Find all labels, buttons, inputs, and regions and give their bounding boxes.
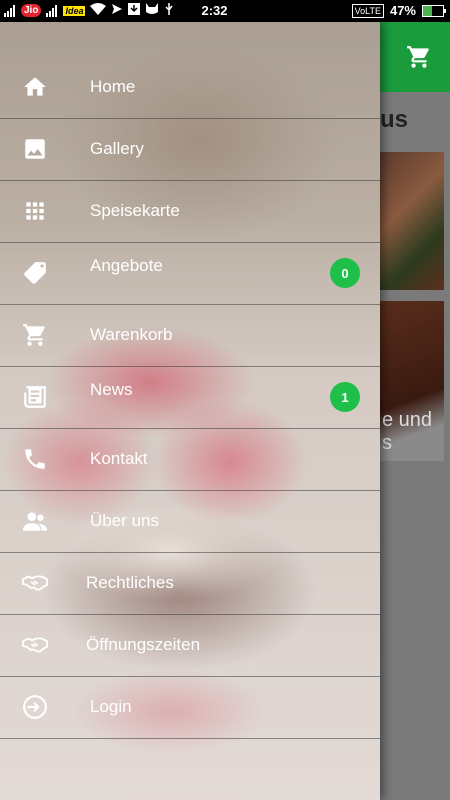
carrier-idea-badge: Idea xyxy=(63,5,86,16)
nav-item-label: Über uns xyxy=(90,511,159,530)
nav-item-label: Kontakt xyxy=(90,449,148,468)
nav-item-label: Öffnungszeiten xyxy=(86,635,201,654)
grid-icon xyxy=(22,198,48,224)
tag-icon xyxy=(22,260,48,286)
people-icon xyxy=(22,508,48,534)
navigation-drawer: Home Gallery Speisekarte Angebote 0 Ware… xyxy=(0,22,380,800)
usb-icon xyxy=(164,3,174,18)
nav-item-label: Home xyxy=(90,77,136,96)
cat-icon xyxy=(145,3,159,18)
food-card-caption: e und s xyxy=(382,409,433,454)
nav-item-warenkorb[interactable]: Warenkorb xyxy=(0,304,380,367)
cart-icon[interactable] xyxy=(406,44,432,70)
handshake-icon xyxy=(22,570,48,596)
nav-item-angebote[interactable]: Angebote 0 xyxy=(0,242,380,305)
nav-item-label: Warenkorb xyxy=(90,325,173,344)
nav-item-kontakt[interactable]: Kontakt xyxy=(0,428,380,491)
volte-badge: VoLTE xyxy=(351,3,384,18)
cart-icon xyxy=(22,322,48,348)
nav-item-label: News xyxy=(90,379,133,399)
signal-icon xyxy=(4,4,16,17)
phone-icon xyxy=(22,446,48,472)
notification-badge: 1 xyxy=(330,382,360,412)
battery-percent: 47% xyxy=(389,3,416,18)
carrier-jio-badge: Jio xyxy=(21,4,42,17)
nav-item-oeffnungszeiten[interactable]: Öffnungszeiten xyxy=(0,614,380,677)
handshake-icon xyxy=(22,632,48,658)
nav-item-ueber-uns[interactable]: Über uns xyxy=(0,490,380,553)
nav-item-gallery[interactable]: Gallery xyxy=(0,118,380,181)
food-card-image[interactable] xyxy=(380,152,444,290)
wifi-icon xyxy=(90,3,107,18)
battery-icon xyxy=(422,4,446,17)
nav-item-speisekarte[interactable]: Speisekarte xyxy=(0,180,380,243)
nav-item-news[interactable]: News 1 xyxy=(0,366,380,429)
nav-item-label: Login xyxy=(90,697,132,716)
status-bar: Jio Idea 2:32 VoLTE 47% xyxy=(0,0,450,22)
send-icon xyxy=(111,3,123,18)
nav-item-label: Rechtliches xyxy=(86,573,174,592)
nav-item-label: Speisekarte xyxy=(90,201,180,220)
image-icon xyxy=(22,136,48,162)
nav-item-label: Angebote xyxy=(90,255,163,275)
signal-icon xyxy=(46,4,58,17)
login-icon xyxy=(22,694,48,720)
status-time: 2:32 xyxy=(201,3,228,18)
newspaper-icon xyxy=(22,384,48,410)
nav-item-home[interactable]: Home xyxy=(0,56,380,119)
notification-badge: 0 xyxy=(330,258,360,288)
page-title-fragment: us xyxy=(380,106,409,133)
nav-item-login[interactable]: Login xyxy=(0,676,380,739)
nav-item-label: Gallery xyxy=(90,139,144,158)
home-icon xyxy=(22,74,48,100)
nav-item-rechtliches[interactable]: Rechtliches xyxy=(0,552,380,615)
food-card-image[interactable]: e und s xyxy=(380,301,444,461)
download-icon xyxy=(128,3,141,18)
